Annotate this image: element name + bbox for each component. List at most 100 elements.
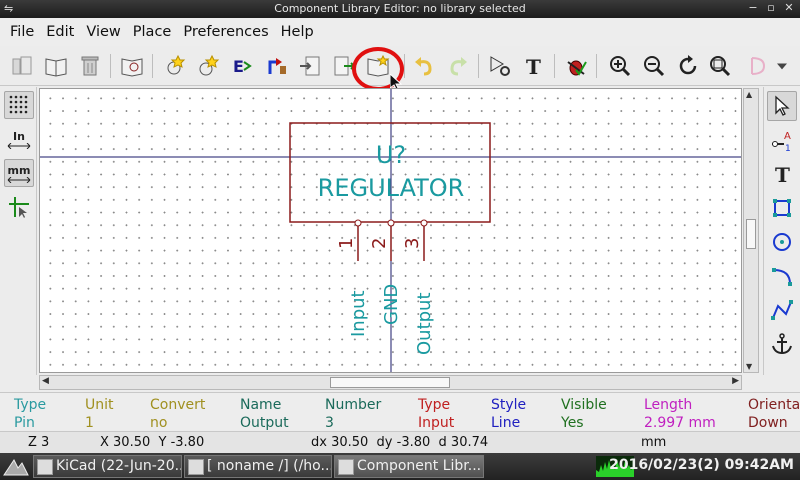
pin-number: 1 — [336, 238, 357, 249]
pin-1[interactable]: 1 Input — [336, 219, 369, 337]
scroll-down-icon[interactable]: ▼ — [746, 362, 752, 371]
check-component-icon[interactable] — [562, 52, 590, 80]
horizontal-scroll-thumb[interactable] — [330, 377, 450, 388]
msg-name: Name Output — [240, 397, 289, 431]
add-rectangle-icon[interactable] — [767, 193, 797, 223]
vertical-scroll-thumb[interactable] — [746, 219, 756, 249]
svg-text:1: 1 — [785, 144, 791, 152]
task-library-editor[interactable]: Component Libr... — [334, 455, 484, 478]
select-arrow-icon[interactable] — [767, 91, 797, 121]
pin-number: 2 — [369, 238, 390, 249]
library-browser-icon[interactable] — [118, 52, 146, 80]
zoom-in-icon[interactable] — [606, 52, 634, 80]
horizontal-scrollbar[interactable]: ◀ ▶ — [39, 375, 742, 390]
right-tools-toolbar: A1 T — [763, 87, 800, 375]
menu-place[interactable]: Place — [127, 24, 178, 40]
undo-icon[interactable] — [410, 52, 438, 80]
system-clock: 2016/02/23(2) 09:42AM — [609, 457, 794, 473]
pin-name: Input — [348, 290, 369, 337]
units-mm-button[interactable]: mm — [4, 159, 34, 187]
component-reference[interactable]: U? — [376, 141, 406, 169]
minimize-icon[interactable]: − — [746, 1, 760, 15]
library-editor-app-icon — [338, 459, 354, 475]
start-menu-icon[interactable] — [2, 456, 30, 477]
zoom-out-icon[interactable] — [640, 52, 668, 80]
menu-file[interactable]: File — [4, 24, 40, 40]
svg-text:E: E — [233, 57, 244, 76]
create-from-existing-icon[interactable] — [194, 52, 222, 80]
anchor-icon[interactable] — [767, 329, 797, 359]
add-text-icon[interactable]: T — [767, 159, 797, 189]
msg-visible: Visible Yes — [561, 397, 607, 431]
zoom-fit-icon[interactable] — [706, 52, 734, 80]
component-body[interactable] — [289, 122, 491, 223]
delete-component-icon[interactable] — [76, 52, 104, 80]
edit-component-properties-icon[interactable] — [486, 52, 514, 80]
toolbar-overflow-dropdown[interactable] — [772, 52, 792, 80]
menu-bar: File Edit View Place Preferences Help — [0, 18, 800, 46]
status-bar: Z 3 X 30.50 Y -3.80 dx 30.50 dy -3.80 d … — [0, 431, 800, 453]
component-value[interactable]: REGULATOR — [318, 174, 465, 202]
redraw-icon[interactable] — [674, 52, 702, 80]
pin-3[interactable]: 3 Output — [402, 219, 435, 355]
close-icon[interactable]: ✕ — [782, 1, 796, 15]
create-new-library-icon[interactable] — [364, 52, 392, 80]
add-pin-icon[interactable]: A1 — [767, 125, 797, 155]
status-units: mm — [641, 435, 667, 450]
scroll-up-icon[interactable]: ▲ — [746, 90, 752, 99]
pin-name: GND — [381, 284, 402, 325]
msg-length: Length 2.997 mm — [644, 397, 716, 431]
msg-electrical-type: Type Input — [418, 397, 455, 431]
msg-convert: Convert no — [150, 397, 206, 431]
component-drawing: U? REGULATOR 1 Input 2 GND 3 Output — [40, 89, 741, 372]
full-cursor-icon[interactable] — [4, 193, 34, 221]
status-zoom: Z 3 — [28, 435, 50, 450]
task-kicad[interactable]: KiCad (22-Jun-20... — [33, 455, 182, 478]
msg-unit: Unit 1 — [85, 397, 114, 431]
redo-icon[interactable] — [444, 52, 472, 80]
svg-text:A: A — [784, 131, 791, 142]
pin-2[interactable]: 2 GND — [369, 219, 402, 325]
status-cursor-position: X 30.50 Y -3.80 — [100, 435, 205, 450]
units-mm-label: mm — [7, 163, 31, 177]
add-arc-icon[interactable] — [767, 261, 797, 291]
eeschema-app-icon — [188, 459, 204, 475]
save-library-icon[interactable] — [8, 52, 36, 80]
width-arrow-icon — [7, 176, 31, 183]
menu-preferences[interactable]: Preferences — [177, 24, 274, 40]
menu-edit[interactable]: Edit — [40, 24, 80, 40]
kicad-app-icon — [37, 459, 53, 475]
msg-number: Number 3 — [325, 397, 382, 431]
task-eeschema[interactable]: [ noname /] (/ho... — [184, 455, 332, 478]
export-component-icon[interactable] — [330, 52, 358, 80]
select-library-icon[interactable] — [42, 52, 70, 80]
msg-style: Style Line — [491, 397, 527, 431]
scroll-right-icon[interactable]: ▶ — [732, 376, 739, 386]
taskbar: KiCad (22-Jun-20... [ noname /] (/ho... … — [0, 453, 800, 480]
menu-help[interactable]: Help — [275, 24, 320, 40]
update-component-icon[interactable] — [262, 52, 290, 80]
title-bar: ⇋ Component Library Editor: no library s… — [0, 0, 800, 18]
pin-name: Output — [414, 292, 435, 355]
message-panel: Type Pin Unit 1 Convert no Name Output N… — [0, 392, 800, 431]
import-component-icon[interactable] — [296, 52, 324, 80]
edit-fields-icon[interactable]: T — [520, 52, 548, 80]
add-polyline-icon[interactable] — [767, 295, 797, 325]
svg-text:T: T — [526, 55, 541, 78]
add-circle-icon[interactable] — [767, 227, 797, 257]
msg-pin-type: Type Pin — [14, 397, 47, 431]
show-body-style-icon[interactable] — [744, 52, 772, 80]
msg-orientation: Orienta Down — [748, 397, 800, 431]
units-inches-label: In — [13, 129, 25, 143]
menu-view[interactable]: View — [80, 24, 126, 40]
grid-toggle-icon[interactable] — [4, 91, 34, 119]
schematic-canvas[interactable]: U? REGULATOR 1 Input 2 GND 3 Output — [39, 88, 742, 373]
status-delta: dx 30.50 dy -3.80 d 30.74 — [311, 435, 489, 450]
pin-number: 3 — [402, 238, 423, 249]
load-component-icon[interactable]: E — [228, 52, 256, 80]
units-inches-button[interactable]: In — [4, 125, 34, 153]
maximize-icon[interactable]: ▫ — [764, 1, 778, 15]
new-component-icon[interactable] — [160, 52, 188, 80]
scroll-left-icon[interactable]: ◀ — [42, 376, 49, 386]
vertical-scrollbar[interactable]: ▲ ▼ — [743, 88, 759, 373]
